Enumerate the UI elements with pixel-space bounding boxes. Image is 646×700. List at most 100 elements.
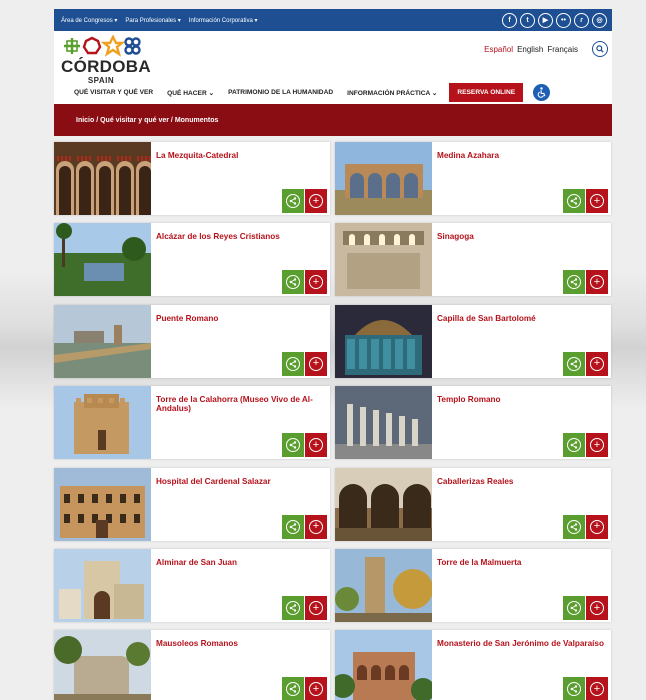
add-to-plan-button[interactable]: + — [305, 677, 327, 700]
flickr-icon[interactable]: •• — [556, 12, 571, 28]
breadcrumb-text[interactable]: Inicio / Qué visitar y qué ver / Monumen… — [76, 117, 218, 124]
share-button[interactable] — [563, 189, 585, 213]
monument-title[interactable]: Caballerizas Reales — [437, 477, 607, 486]
site-header: CÓRDOBA SPAIN Español English Français QUÉ… — [54, 31, 612, 104]
monument-thumbnail[interactable] — [335, 630, 432, 700]
share-icon — [567, 194, 581, 208]
facebook-icon[interactable]: f — [502, 12, 517, 28]
monument-title[interactable]: Torre de la Calahorra (Museo Vivo de Al-… — [156, 395, 326, 413]
monument-title[interactable]: Medina Azahara — [437, 151, 607, 160]
monument-title[interactable]: Hospital del Cardenal Salazar — [156, 477, 326, 486]
monument-card[interactable]: Monasterio de San Jerónimo de Valparaíso… — [335, 630, 611, 700]
share-button[interactable] — [563, 433, 585, 458]
reserve-online-button[interactable]: RESERVA ONLINE — [449, 83, 524, 102]
add-to-plan-button[interactable]: + — [305, 514, 327, 539]
monument-title[interactable]: Puente Romano — [156, 314, 326, 323]
monument-title[interactable]: Alminar de San Juan — [156, 558, 326, 567]
monument-card[interactable]: Medina Azahara + — [335, 142, 611, 215]
share-button[interactable] — [563, 270, 585, 295]
add-to-plan-button[interactable]: + — [586, 270, 608, 295]
monument-thumbnail[interactable] — [54, 304, 151, 378]
twitter-icon[interactable]: t — [520, 12, 535, 28]
monument-card[interactable]: Mausoleos Romanos + — [54, 630, 330, 700]
share-button[interactable] — [563, 677, 585, 700]
monument-card[interactable]: Puente Romano + — [54, 304, 330, 378]
share-button[interactable] — [563, 351, 585, 376]
monument-title[interactable]: Torre de la Malmuerta — [437, 558, 607, 567]
share-button[interactable] — [282, 514, 304, 539]
monument-thumbnail[interactable] — [54, 467, 151, 541]
add-to-plan-button[interactable]: + — [586, 596, 608, 620]
add-to-plan-button[interactable]: + — [586, 677, 608, 700]
add-to-plan-button[interactable]: + — [305, 189, 327, 213]
monument-thumbnail[interactable] — [335, 304, 432, 378]
plus-icon: + — [590, 356, 604, 371]
monument-title[interactable]: Monasterio de San Jerónimo de Valparaíso — [437, 639, 607, 648]
nav-que-visitar[interactable]: QUÉ VISITAR Y QUÉ VER — [74, 89, 153, 96]
add-to-plan-button[interactable]: + — [586, 433, 608, 458]
monument-title[interactable]: Capilla de San Bartolomé — [437, 314, 607, 323]
add-to-plan-button[interactable]: + — [305, 596, 327, 620]
monument-card[interactable]: Alcázar de los Reyes Cristianos + — [54, 223, 330, 297]
share-button[interactable] — [563, 596, 585, 620]
utility-nav-corporativa[interactable]: Información Corporativa — [189, 17, 258, 24]
nav-que-hacer[interactable]: QUÉ HACER — [167, 89, 214, 97]
instagram-icon[interactable]: ◎ — [592, 12, 607, 28]
monument-thumbnail[interactable] — [335, 223, 432, 297]
language-option[interactable]: English — [517, 45, 543, 54]
add-to-plan-button[interactable]: + — [305, 270, 327, 295]
share-button[interactable] — [282, 596, 304, 620]
monument-title[interactable]: Sinagoga — [437, 232, 607, 241]
monument-card[interactable]: La Mezquita-Catedral + — [54, 142, 330, 215]
share-button[interactable] — [563, 514, 585, 539]
nav-informacion-practica[interactable]: INFORMACIÓN PRÁCTICA — [347, 89, 437, 97]
monument-title[interactable]: Mausoleos Romanos — [156, 639, 326, 648]
monument-card[interactable]: Torre de la Calahorra (Museo Vivo de Al-… — [54, 386, 330, 460]
add-to-plan-button[interactable]: + — [305, 351, 327, 376]
logo-city: CÓRDOBA — [61, 57, 151, 76]
search-button[interactable] — [592, 41, 608, 57]
monument-card[interactable]: Capilla de San Bartolomé + — [335, 304, 611, 378]
monument-thumbnail[interactable] — [54, 142, 151, 215]
monument-card[interactable]: Templo Romano + — [335, 386, 611, 460]
monument-thumbnail[interactable] — [54, 630, 151, 700]
share-icon — [567, 601, 581, 615]
monument-card[interactable]: Caballerizas Reales + — [335, 467, 611, 541]
monument-title[interactable]: Templo Romano — [437, 395, 607, 404]
monument-card[interactable]: Alminar de San Juan + — [54, 549, 330, 622]
monument-card[interactable]: Hospital del Cardenal Salazar + — [54, 467, 330, 541]
cordoba-logo[interactable]: CÓRDOBA SPAIN — [61, 35, 151, 85]
monument-thumbnail[interactable] — [54, 549, 151, 622]
add-to-plan-button[interactable]: + — [586, 514, 608, 539]
add-to-plan-button[interactable]: + — [305, 433, 327, 458]
monument-thumbnail[interactable] — [335, 467, 432, 541]
monument-thumbnail[interactable] — [335, 386, 432, 460]
accessibility-button[interactable] — [533, 84, 551, 101]
nav-patrimonio[interactable]: PATRIMONIO DE LA HUMANIDAD — [228, 89, 333, 96]
monument-thumbnail[interactable] — [54, 223, 151, 297]
share-button[interactable] — [282, 677, 304, 700]
share-button[interactable] — [282, 433, 304, 458]
monument-thumbnail[interactable] — [54, 386, 151, 460]
share-button[interactable] — [282, 351, 304, 376]
utility-nav-profesionales[interactable]: Para Profesionales — [125, 17, 180, 24]
monument-card[interactable]: Sinagoga + — [335, 223, 611, 297]
share-button[interactable] — [282, 189, 304, 213]
plus-icon: + — [309, 356, 323, 371]
add-to-plan-button[interactable]: + — [586, 351, 608, 376]
plus-icon: + — [590, 275, 604, 290]
monument-title[interactable]: Alcázar de los Reyes Cristianos — [156, 232, 326, 241]
utility-nav: Área de Congresos Para Profesionales Inf… — [61, 17, 258, 24]
search-icon — [596, 45, 604, 53]
monument-title[interactable]: La Mezquita-Catedral — [156, 151, 326, 160]
utility-nav-congresos[interactable]: Área de Congresos — [61, 17, 117, 24]
rss-icon[interactable]: ɾ — [574, 12, 589, 28]
language-option[interactable]: Español — [484, 45, 513, 54]
monument-card[interactable]: Torre de la Malmuerta + — [335, 549, 611, 622]
youtube-icon[interactable]: ▶ — [538, 12, 553, 28]
monument-thumbnail[interactable] — [335, 549, 432, 622]
monument-thumbnail[interactable] — [335, 142, 432, 215]
add-to-plan-button[interactable]: + — [586, 189, 608, 213]
language-option[interactable]: Français — [547, 45, 578, 54]
share-button[interactable] — [282, 270, 304, 295]
